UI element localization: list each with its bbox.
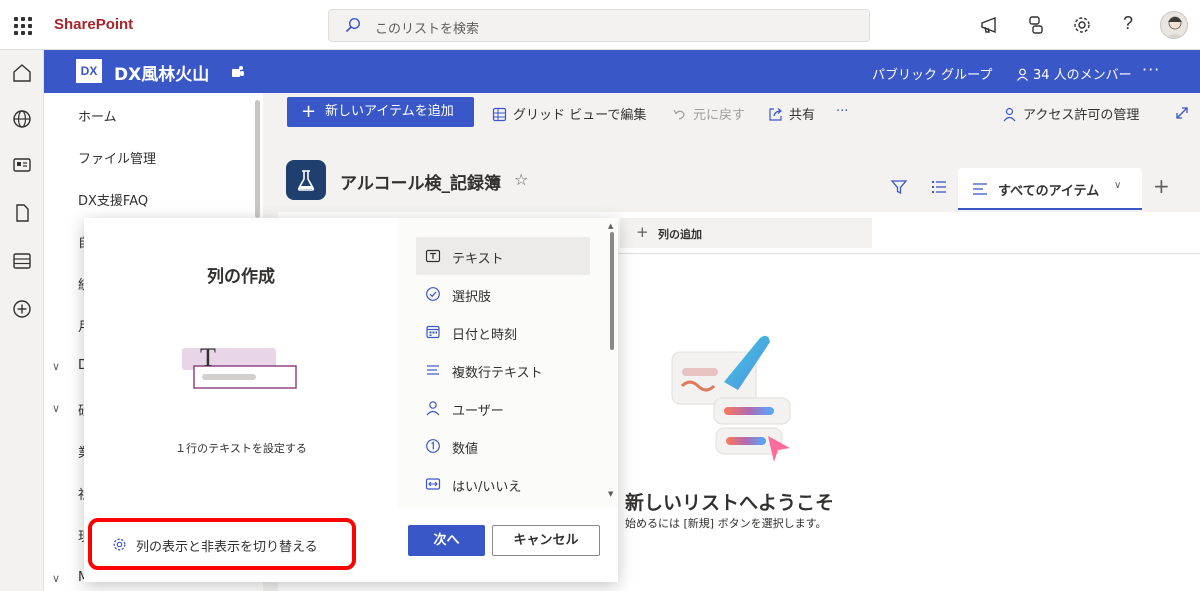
grid-icon [492,107,507,122]
column-type-number[interactable]: 数値 [416,427,590,465]
gear-icon[interactable] [1070,13,1094,37]
teams-icon[interactable] [230,64,246,80]
lists-icon[interactable] [11,250,33,272]
scroll-down-icon[interactable]: ▼ [608,490,613,498]
share-icon [769,108,782,121]
news-icon[interactable] [11,154,33,176]
toggle-icon [425,478,441,490]
text-icon [425,249,441,263]
plus-icon: + [636,223,649,241]
access-permissions-button[interactable]: アクセス許可の管理 [1002,104,1139,123]
site-name[interactable]: DX風林火山 [114,60,209,85]
welcome-illustration [671,335,791,462]
members-link[interactable]: 34 人のメンバー [1016,64,1132,83]
help-icon[interactable]: ? [1116,13,1140,37]
welcome-subtitle: 始めるには [新規] ボタンを選択します。 [625,517,827,530]
add-view-button[interactable]: + [1153,174,1170,198]
search-input[interactable]: このリストを検索 [375,18,479,37]
app-rail [0,50,44,591]
chevron-down-icon[interactable]: ∨ [52,572,60,585]
create-icon[interactable] [11,298,33,320]
undo-button[interactable]: 元に戻す [672,104,745,123]
nav-item-files[interactable]: ファイル管理 [78,148,156,167]
person-icon [1003,107,1016,122]
sharepoint-brand[interactable]: SharePoint [54,16,133,33]
list-view-icon [973,183,987,195]
view-name: すべてのアイテム [998,184,1100,199]
cancel-button[interactable]: キャンセル [492,525,600,556]
column-type-multiline[interactable]: 複数行テキスト [416,351,590,389]
undo-icon [673,109,685,120]
choice-icon [426,287,440,301]
scroll-up-icon[interactable]: ▲ [608,222,613,230]
search-box[interactable]: このリストを検索 [328,9,870,42]
chevron-down-icon[interactable]: ∨ [52,402,60,415]
view-selector[interactable]: すべてのアイテム ∨ [958,168,1142,210]
command-bar: + 新しいアイテムを追加 グリッド ビューで編集 元に戻す 共有 ··· アクセス… [278,93,1200,135]
nav-item-home[interactable]: ホーム [78,106,117,125]
app-launcher-icon[interactable] [8,10,38,40]
plus-icon: + [301,101,317,122]
illustration-letter: T [200,343,216,372]
site-header: DX DX風林火山 パブリック グループ 34 人のメンバー ··· [44,50,1200,93]
next-button[interactable]: 次へ [408,525,485,556]
dialog-title: 列の作成 [207,267,275,287]
nav-item-faq[interactable]: DX支援FAQ [78,190,148,209]
person-icon [426,401,440,416]
avatar[interactable] [1160,11,1188,39]
column-type-text[interactable]: テキスト [416,237,590,275]
options-scrollbar[interactable] [610,232,614,350]
home-icon[interactable] [11,62,33,84]
favorite-star-icon[interactable]: ☆ [514,170,528,189]
list-icon [286,160,326,200]
suite-bar: SharePoint このリストを検索 ? [0,0,1200,50]
group-privacy: パブリック グループ [872,68,993,83]
site-logo[interactable]: DX [76,59,102,83]
chevron-down-icon[interactable]: ∨ [52,360,60,373]
dialog-preview-pane: 列の作成 T １行のテキストを設定する [84,218,398,508]
connections-icon[interactable] [1024,13,1048,37]
number-icon [426,439,440,453]
column-type-yesno[interactable]: はい/いいえ [416,465,590,503]
list-title: アルコール検_記録簿 [340,174,501,194]
welcome-title: 新しいリストへようこそ [625,492,835,514]
grid-edit-button[interactable]: グリッド ビューで編集 [492,104,646,123]
filter-icon[interactable] [890,178,908,196]
more-commands-icon[interactable]: ··· [836,104,848,119]
gear-icon [113,538,126,551]
expand-icon[interactable] [1174,105,1190,121]
toggle-columns-button[interactable]: 列の表示と非表示を切り替える [88,518,356,570]
text-column-illustration: T [182,343,297,389]
nav-scrollbar[interactable] [255,100,260,218]
share-button[interactable]: 共有 [768,104,815,123]
search-icon [345,17,361,33]
file-icon[interactable] [11,202,33,224]
view-options-icon[interactable] [930,178,948,196]
add-column-button[interactable]: + 列の追加 [620,218,872,248]
members-count: 34 人のメンバー [1033,68,1132,83]
column-type-person[interactable]: ユーザー [416,389,590,427]
more-icon[interactable]: ··· [1142,60,1160,79]
megaphone-icon[interactable] [978,13,1002,37]
column-type-datetime[interactable]: 日付と時刻 [416,313,590,351]
calendar-icon [426,325,440,339]
multiline-icon [427,365,439,375]
person-icon [1017,68,1028,81]
column-type-choice[interactable]: 選択肢 [416,275,590,313]
new-item-button[interactable]: + 新しいアイテムを追加 [287,97,474,127]
chevron-down-icon: ∨ [1114,180,1122,191]
dialog-description: １行のテキストを設定する [175,442,307,455]
globe-icon[interactable] [11,108,33,130]
